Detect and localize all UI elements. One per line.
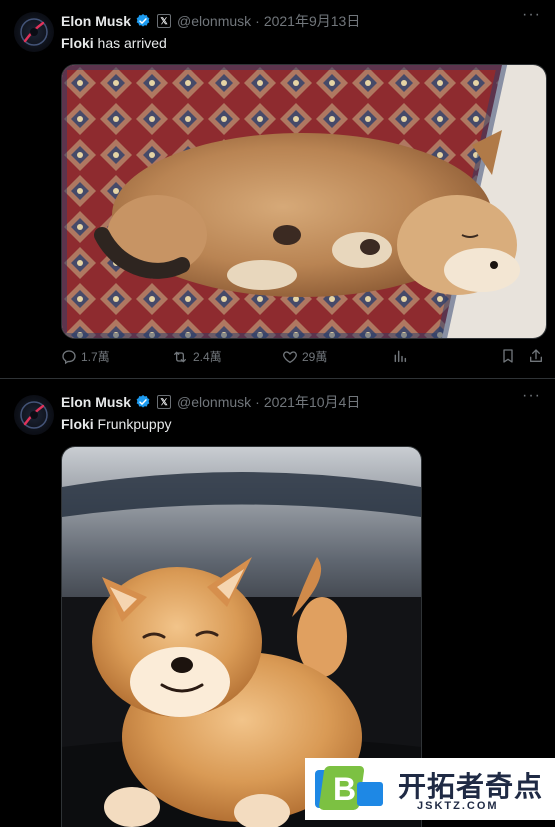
- reply-icon: [62, 349, 76, 364]
- watermark-title: 开拓者奇点: [398, 771, 544, 802]
- views-icon: [394, 350, 407, 363]
- retweet-count: 2.4萬: [193, 350, 222, 364]
- separator: ·: [255, 394, 260, 410]
- tweet-text-bold: Floki: [61, 35, 94, 51]
- tweet-text-body: Frunkpuppy: [93, 416, 172, 432]
- tweet-header: Elon Musk 𝕏 @elonmusk · 2021年10月4日: [61, 393, 360, 411]
- bookmark-button[interactable]: [500, 348, 516, 364]
- author-name[interactable]: Elon Musk: [61, 394, 131, 410]
- author-handle[interactable]: @elonmusk: [177, 394, 251, 410]
- tweet-text: Floki has arrived: [61, 35, 167, 51]
- reply-button[interactable]: 1.7萬: [61, 348, 110, 365]
- x-affiliation-icon: 𝕏: [157, 395, 172, 409]
- more-icon[interactable]: ···: [522, 387, 541, 405]
- share-icon: [530, 349, 542, 362]
- watermark-logo-icon: B: [315, 766, 383, 810]
- sleeping-puppy-photo: [62, 65, 546, 338]
- author-handle[interactable]: @elonmusk: [177, 13, 251, 29]
- avatar[interactable]: [14, 395, 54, 435]
- retweet-button[interactable]: 2.4萬: [171, 348, 222, 365]
- tweet-text-body: has arrived: [93, 35, 167, 51]
- separator: ·: [255, 13, 260, 29]
- tweet-text-bold: Floki: [61, 416, 94, 432]
- tweet-photo[interactable]: [61, 64, 547, 339]
- verified-icon: [136, 395, 150, 408]
- more-icon[interactable]: ···: [522, 6, 541, 24]
- avatar-image: [20, 401, 48, 429]
- watermark-banner: B 开拓者奇点 JSKTZ.COM: [305, 758, 555, 820]
- like-icon: [283, 350, 297, 363]
- x-affiliation-icon: 𝕏: [157, 14, 172, 28]
- avatar[interactable]: [14, 12, 54, 52]
- reply-count: 1.7萬: [81, 350, 110, 364]
- like-button[interactable]: 29萬: [282, 348, 327, 365]
- author-name[interactable]: Elon Musk: [61, 13, 131, 29]
- tweet[interactable]: Elon Musk 𝕏 @elonmusk · 2021年9月13日 ··· F…: [0, 0, 555, 379]
- tweet-header: Elon Musk 𝕏 @elonmusk · 2021年9月13日: [61, 12, 360, 30]
- verified-icon: [136, 14, 150, 27]
- retweet-icon: [174, 351, 186, 362]
- tweet-actions: 1.7萬 2.4萬 29萬: [61, 348, 546, 370]
- tweet-date[interactable]: 2021年10月4日: [264, 392, 361, 412]
- avatar-image: [20, 18, 48, 46]
- share-button[interactable]: [528, 348, 544, 364]
- bookmark-icon: [503, 349, 513, 363]
- views-button[interactable]: [392, 348, 408, 364]
- svg-text:B: B: [333, 771, 356, 807]
- tweet-date[interactable]: 2021年9月13日: [264, 11, 361, 31]
- like-count: 29萬: [302, 350, 328, 364]
- tweet-text: Floki Frunkpuppy: [61, 416, 172, 432]
- watermark-url: JSKTZ.COM: [417, 800, 499, 812]
- tweet[interactable]: Elon Musk 𝕏 @elonmusk · 2021年10月4日 ··· F…: [0, 381, 555, 827]
